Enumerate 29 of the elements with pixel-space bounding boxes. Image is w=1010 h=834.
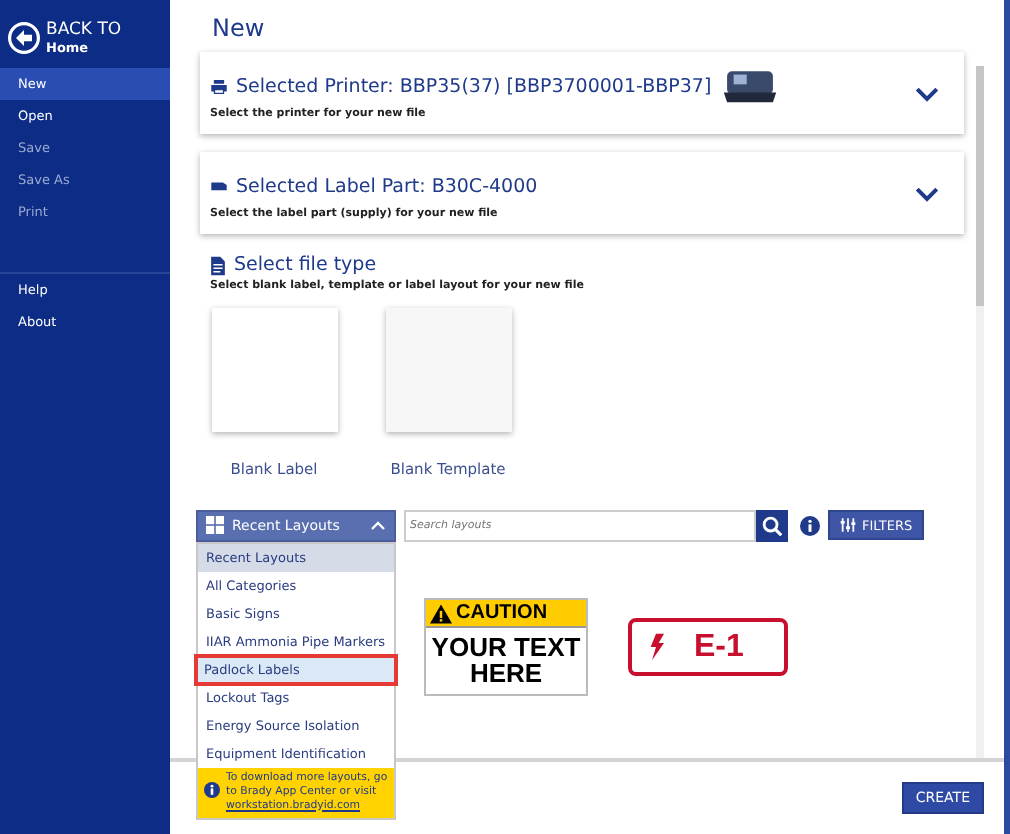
card-title: Selected Printer: BBP35(37) [BBP3700001-BBP37] bbox=[236, 75, 712, 97]
printer-picture-icon bbox=[719, 68, 780, 104]
label-id-text: E-1 bbox=[694, 629, 744, 665]
search-icon bbox=[762, 515, 782, 535]
caret-icon bbox=[370, 519, 386, 531]
section-title: Select file type bbox=[234, 254, 377, 276]
search-button[interactable] bbox=[756, 509, 788, 541]
scrollbar-thumb[interactable] bbox=[976, 66, 984, 306]
info-icon[interactable] bbox=[800, 515, 820, 535]
info-icon bbox=[204, 781, 220, 797]
caution-header: CAUTION bbox=[456, 602, 548, 624]
chevron-icon[interactable] bbox=[914, 183, 940, 203]
label-icon bbox=[210, 177, 228, 195]
energy-label-thumbnail[interactable]: E-1 bbox=[628, 618, 788, 676]
caution-label-thumbnail[interactable]: CAUTION YOUR TEXT HERE bbox=[424, 598, 588, 696]
sliders-icon bbox=[840, 518, 856, 532]
document-icon bbox=[210, 255, 226, 275]
grid-icon bbox=[206, 516, 224, 534]
printer-icon bbox=[210, 77, 228, 95]
file-type-tile[interactable] bbox=[385, 308, 511, 432]
card-title: Selected Label Part: B30C-4000 bbox=[236, 175, 538, 197]
back-link[interactable]: BACK TO bbox=[46, 19, 122, 39]
scrollbar[interactable] bbox=[976, 66, 984, 758]
placeholder-text: YOUR TEXT HERE bbox=[429, 630, 583, 692]
lightning-icon bbox=[648, 632, 664, 662]
warning-icon bbox=[430, 603, 452, 623]
file-type-tile[interactable] bbox=[211, 308, 337, 432]
page-title: New bbox=[210, 12, 267, 46]
chevron-icon[interactable] bbox=[914, 83, 940, 103]
